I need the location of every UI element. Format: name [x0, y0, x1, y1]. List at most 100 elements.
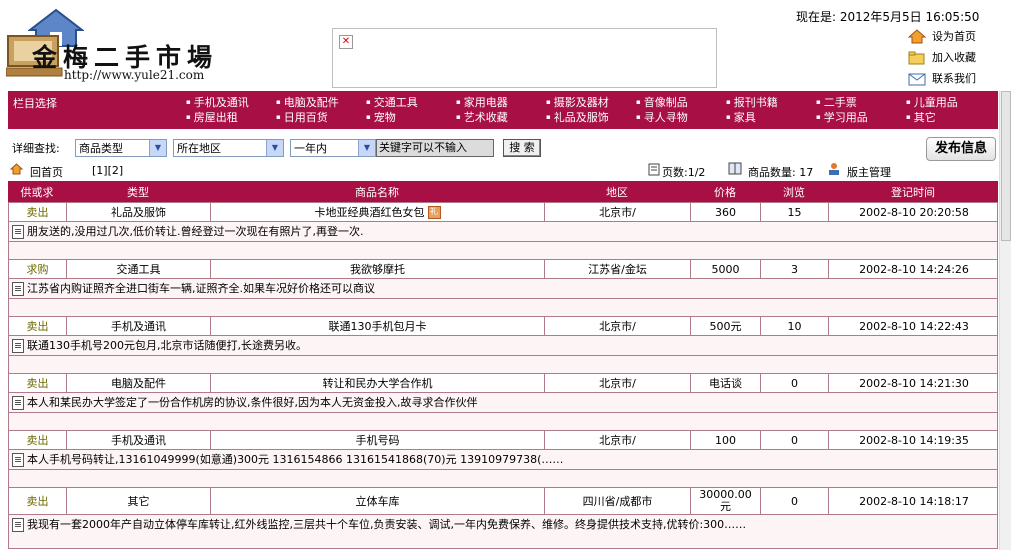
- category-item[interactable]: 家具: [726, 109, 756, 125]
- name-text[interactable]: 转让和民办大学合作机: [323, 375, 433, 391]
- cell-region: 北京市/: [545, 374, 691, 392]
- cell-name[interactable]: 我欲够摩托: [211, 260, 545, 278]
- table-row[interactable]: 卖出 手机及通讯 手机号码 北京市/100 0 2002-8-10 14:19:35: [8, 430, 998, 450]
- cell-time: 2002-8-10 14:21:30: [829, 374, 999, 392]
- time-text: 2002-8-10 14:22:43: [859, 319, 969, 333]
- region-text: 江苏省/金坛: [588, 263, 647, 276]
- cell-region: 北京市/: [545, 431, 691, 449]
- price-text: 5000: [711, 262, 740, 276]
- folder-star-icon: [908, 51, 925, 64]
- set-homepage-label: 设为首页: [932, 30, 976, 43]
- search-button[interactable]: 搜 索: [503, 139, 541, 157]
- region-text: 北京市/: [599, 320, 636, 333]
- category-item[interactable]: 艺术收藏: [456, 109, 508, 125]
- views-text: 15: [787, 205, 802, 219]
- publish-button[interactable]: 发布信息: [926, 137, 996, 161]
- name-text[interactable]: 手机号码: [356, 432, 400, 448]
- name-text[interactable]: 我欲够摩托: [350, 261, 405, 277]
- cell-views: 0: [761, 374, 829, 392]
- type-select[interactable]: 商品类型 ▼: [75, 139, 167, 157]
- cell-time: 2002-8-10 14:19:35: [829, 431, 999, 449]
- row-description: 江苏省内购证照齐全进口街车一辆,证照齐全.如果车况好价格还可以商议: [8, 279, 998, 299]
- row-description: 本人和某民办大学签定了一份合作机房的协议,条件很好,因为本人无资金投入,故寻求合…: [8, 393, 998, 413]
- cell-time: 2002-8-10 14:22:43: [829, 317, 999, 335]
- time-text: 2002-8-10 14:24:26: [859, 262, 969, 276]
- cell-price: 30000.00元: [691, 488, 761, 514]
- row-spacer: [8, 299, 998, 316]
- table-row[interactable]: 卖出 手机及通讯 联通130手机包月卡 北京市/500元 10 2002-8-10 14:…: [8, 316, 998, 336]
- cell-name[interactable]: 转让和民办大学合作机: [211, 374, 545, 392]
- cell-name[interactable]: 联通130手机包月卡: [211, 317, 545, 335]
- region-text: 北京市/: [599, 206, 636, 219]
- cell-name[interactable]: 卡地亚经典酒红色女包礼: [211, 203, 545, 221]
- description-text: 朋友送的,没用过几次,低价转让.曾经登过一次现在有照片了,再登一次.: [27, 225, 364, 238]
- category-item[interactable]: 手机及通讯: [186, 94, 249, 110]
- cell-time: 2002-8-10 14:18:17: [829, 488, 999, 514]
- item-count: 商品数量: 17: [748, 166, 814, 179]
- category-item[interactable]: 摄影及器材: [546, 94, 609, 110]
- add-favorite-link[interactable]: 加入收藏: [908, 49, 976, 65]
- category-item[interactable]: 家用电器: [456, 94, 508, 110]
- vertical-scrollbar[interactable]: [999, 91, 1011, 550]
- search-label: 详细查找:: [12, 142, 60, 155]
- kind-text: 卖出: [26, 320, 49, 333]
- cell-name[interactable]: 手机号码: [211, 431, 545, 449]
- category-item[interactable]: 日用百货: [276, 109, 328, 125]
- note-icon: [12, 453, 24, 467]
- description-text: 本人和某民办大学签定了一份合作机房的协议,条件很好,因为本人无资金投入,故寻求合…: [27, 396, 478, 409]
- home-link[interactable]: 回首页: [30, 164, 63, 180]
- category-item[interactable]: 儿童用品: [906, 94, 958, 110]
- category-item[interactable]: 礼品及服饰: [546, 109, 609, 125]
- category-item[interactable]: 音像制品: [636, 94, 688, 110]
- category-item[interactable]: 房屋出租: [186, 109, 238, 125]
- cell-region: 北京市/: [545, 317, 691, 335]
- chevron-down-icon: ▼: [266, 140, 283, 156]
- set-homepage-link[interactable]: 设为首页: [908, 28, 976, 44]
- chevron-down-icon: ▼: [149, 140, 166, 156]
- views-text: 10: [787, 319, 802, 333]
- cell-type: 电脑及配件: [67, 374, 211, 392]
- region-select[interactable]: 所在地区 ▼: [173, 139, 284, 157]
- category-item[interactable]: 电脑及配件: [276, 94, 339, 110]
- column-header: 价格: [714, 186, 736, 199]
- add-favorite-label: 加入收藏: [932, 51, 976, 64]
- category-item[interactable]: 交通工具: [366, 94, 418, 110]
- category-item[interactable]: 寻人寻物: [636, 109, 688, 125]
- views-text: 0: [791, 433, 798, 447]
- cell-views: 0: [761, 431, 829, 449]
- current-datetime: 现在是: 2012年5月5日 16:05:50: [796, 10, 980, 24]
- column-header: 商品名称: [355, 186, 399, 199]
- banner-ad-broken-image[interactable]: ✕: [332, 28, 717, 88]
- table-row[interactable]: 求购 交通工具 我欲够摩托 江苏省/金坛 5000 3 2002-8-10 14:24:26: [8, 259, 998, 279]
- cell-region: 四川省/成都市: [545, 488, 691, 514]
- note-icon: [12, 225, 24, 239]
- note-icon: [12, 282, 24, 296]
- cell-kind: 卖出: [9, 431, 67, 449]
- table-row[interactable]: 卖出 其它 立体车库 四川省/成都市 30000.00元 0 2002-8-10 14:18…: [8, 487, 998, 515]
- cell-name[interactable]: 立体车库: [211, 488, 545, 514]
- category-item[interactable]: 宠物: [366, 109, 396, 125]
- type-text: 交通工具: [116, 263, 161, 276]
- name-text[interactable]: 立体车库: [356, 493, 400, 509]
- category-item[interactable]: 二手票: [816, 94, 857, 110]
- table-row[interactable]: 卖出 礼品及服饰 卡地亚经典酒红色女包礼 北京市/360 15 2002-8-10 20:…: [8, 202, 998, 222]
- chevron-down-icon: ▼: [358, 140, 375, 156]
- cell-kind: 卖出: [9, 488, 67, 514]
- contact-us-link[interactable]: 联系我们: [908, 70, 976, 86]
- category-item[interactable]: 学习用品: [816, 109, 868, 125]
- time-select-value: 一年内: [294, 142, 327, 155]
- category-item[interactable]: 报刊书籍: [726, 94, 778, 110]
- category-item[interactable]: 其它: [906, 109, 936, 125]
- admin-link[interactable]: 版主管理: [847, 164, 891, 180]
- page-links[interactable]: [1][2]: [92, 164, 123, 177]
- row-description: 我现有一套2000年产自动立体停车库转让,红外线监控,三层共十个车位,负责安装、…: [8, 515, 998, 549]
- keyword-input[interactable]: 关键字可以不输入: [376, 139, 494, 157]
- note-icon: [12, 339, 24, 353]
- table-row[interactable]: 卖出 电脑及配件 转让和民办大学合作机 北京市/电话谈 0 2002-8-10 14:21…: [8, 373, 998, 393]
- name-text[interactable]: 卡地亚经典酒红色女包: [315, 204, 425, 220]
- name-text[interactable]: 联通130手机包月卡: [329, 318, 427, 334]
- region-text: 北京市/: [599, 434, 636, 447]
- scrollbar-thumb[interactable]: [1001, 91, 1011, 241]
- time-select[interactable]: 一年内 ▼: [290, 139, 376, 157]
- price-text: 30000.00元: [699, 488, 752, 513]
